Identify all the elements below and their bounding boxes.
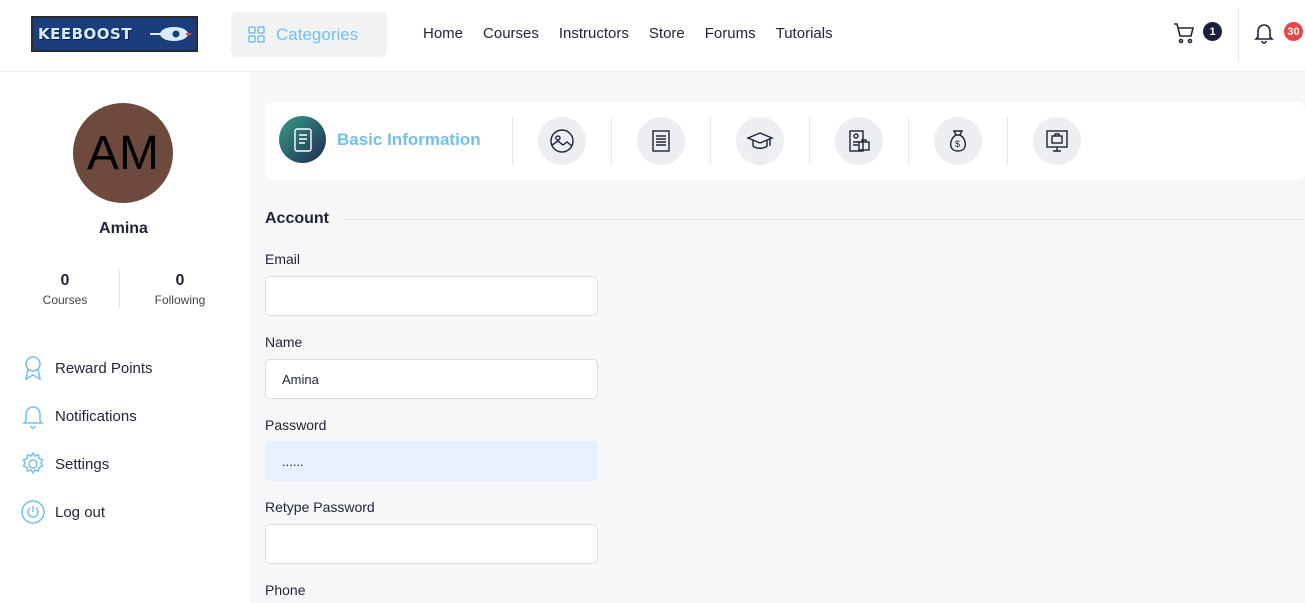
stat-divider — [119, 270, 120, 308]
step-divider — [809, 117, 810, 165]
stat-following-label: Following — [154, 293, 206, 307]
logo-text: KEEBOOST — [38, 25, 133, 43]
sidebar-item-label: Notifications — [55, 407, 137, 425]
image-icon — [550, 129, 574, 153]
step-divider — [710, 117, 711, 165]
site-logo[interactable]: KEEBOOST — [31, 16, 198, 52]
step-payment[interactable]: $ — [934, 117, 982, 165]
sidebar-item-notifications[interactable]: Notifications — [21, 403, 137, 429]
profile-name: Amina — [99, 220, 148, 237]
avatar-initials: AM — [87, 126, 159, 180]
sidebar-item-label: Settings — [55, 455, 110, 473]
step-active-label: Basic Information — [337, 129, 481, 149]
categories-label: Categories — [276, 24, 359, 44]
grid-icon — [248, 26, 265, 43]
notification-count-badge: 30 — [1284, 22, 1303, 41]
stat-courses: 0 Courses — [20, 272, 110, 307]
rocket-icon — [150, 27, 191, 41]
step-divider — [611, 117, 612, 165]
profile-steps: Basic Information $ — [265, 102, 1305, 180]
nav-home[interactable]: Home — [423, 25, 463, 42]
step-education[interactable] — [736, 117, 784, 165]
nav-forums[interactable]: Forums — [705, 25, 756, 42]
phone-label: Phone — [265, 582, 306, 598]
notification-bell-icon[interactable] — [1254, 22, 1274, 44]
step-portfolio[interactable] — [1033, 117, 1081, 165]
award-icon — [24, 356, 42, 381]
step-experience[interactable] — [835, 117, 883, 165]
nav-store[interactable]: Store — [649, 25, 685, 42]
header-divider — [1238, 8, 1239, 62]
sidebar-item-settings[interactable]: Settings — [21, 451, 109, 477]
name-label: Name — [265, 334, 303, 350]
profile-sidebar: AM Amina 0 Courses 0 Following Reward Po… — [0, 72, 249, 603]
section-divider — [344, 219, 1305, 220]
step-divider — [908, 117, 909, 165]
svg-text:$: $ — [955, 139, 960, 149]
stat-courses-value: 0 — [60, 272, 70, 289]
power-icon — [21, 500, 45, 524]
cart-icon[interactable] — [1172, 21, 1196, 45]
name-field[interactable] — [265, 359, 598, 399]
monitor-briefcase-icon — [1046, 130, 1068, 152]
sidebar-item-reward-points[interactable]: Reward Points — [21, 355, 153, 381]
retype-password-field[interactable] — [265, 524, 598, 564]
bell-icon — [22, 406, 44, 429]
id-card-briefcase-icon — [849, 130, 870, 152]
section-title-account: Account — [265, 210, 329, 227]
nav-instructors[interactable]: Instructors — [559, 25, 629, 42]
step-active-dot — [279, 116, 326, 163]
graduation-cap-icon — [746, 132, 774, 149]
nav-tutorials[interactable]: Tutorials — [776, 25, 833, 42]
step-basic-information[interactable]: Basic Information — [279, 116, 481, 163]
sidebar-item-label: Log out — [55, 503, 106, 521]
money-bag-icon: $ — [949, 130, 967, 152]
email-field[interactable] — [265, 276, 598, 316]
cart-count-badge: 1 — [1203, 22, 1222, 41]
password-label: Password — [265, 417, 327, 433]
email-label: Email — [265, 251, 301, 267]
step-divider — [1007, 117, 1008, 165]
categories-button[interactable]: Categories — [231, 12, 387, 57]
nav-courses[interactable]: Courses — [483, 25, 539, 42]
retype-password-label: Retype Password — [265, 499, 375, 515]
sidebar-item-label: Reward Points — [55, 359, 153, 377]
avatar[interactable]: AM — [73, 103, 173, 203]
stat-following: 0 Following — [135, 272, 225, 307]
stat-courses-label: Courses — [42, 293, 88, 307]
document-icon — [293, 127, 312, 152]
sidebar-item-logout[interactable]: Log out — [21, 499, 105, 525]
step-document[interactable] — [637, 117, 685, 165]
top-header: KEEBOOST Categories Home Courses Instruc… — [0, 0, 1305, 72]
gear-icon — [22, 451, 44, 475]
password-field[interactable] — [265, 441, 598, 481]
document-icon — [652, 130, 670, 152]
step-image[interactable] — [538, 117, 586, 165]
step-divider — [512, 117, 513, 165]
main-nav: Home Courses Instructors Store Forums Tu… — [423, 25, 853, 42]
main-content: Basic Information $ Account Email Name A… — [249, 72, 1305, 603]
stat-following-value: 0 — [175, 272, 185, 289]
